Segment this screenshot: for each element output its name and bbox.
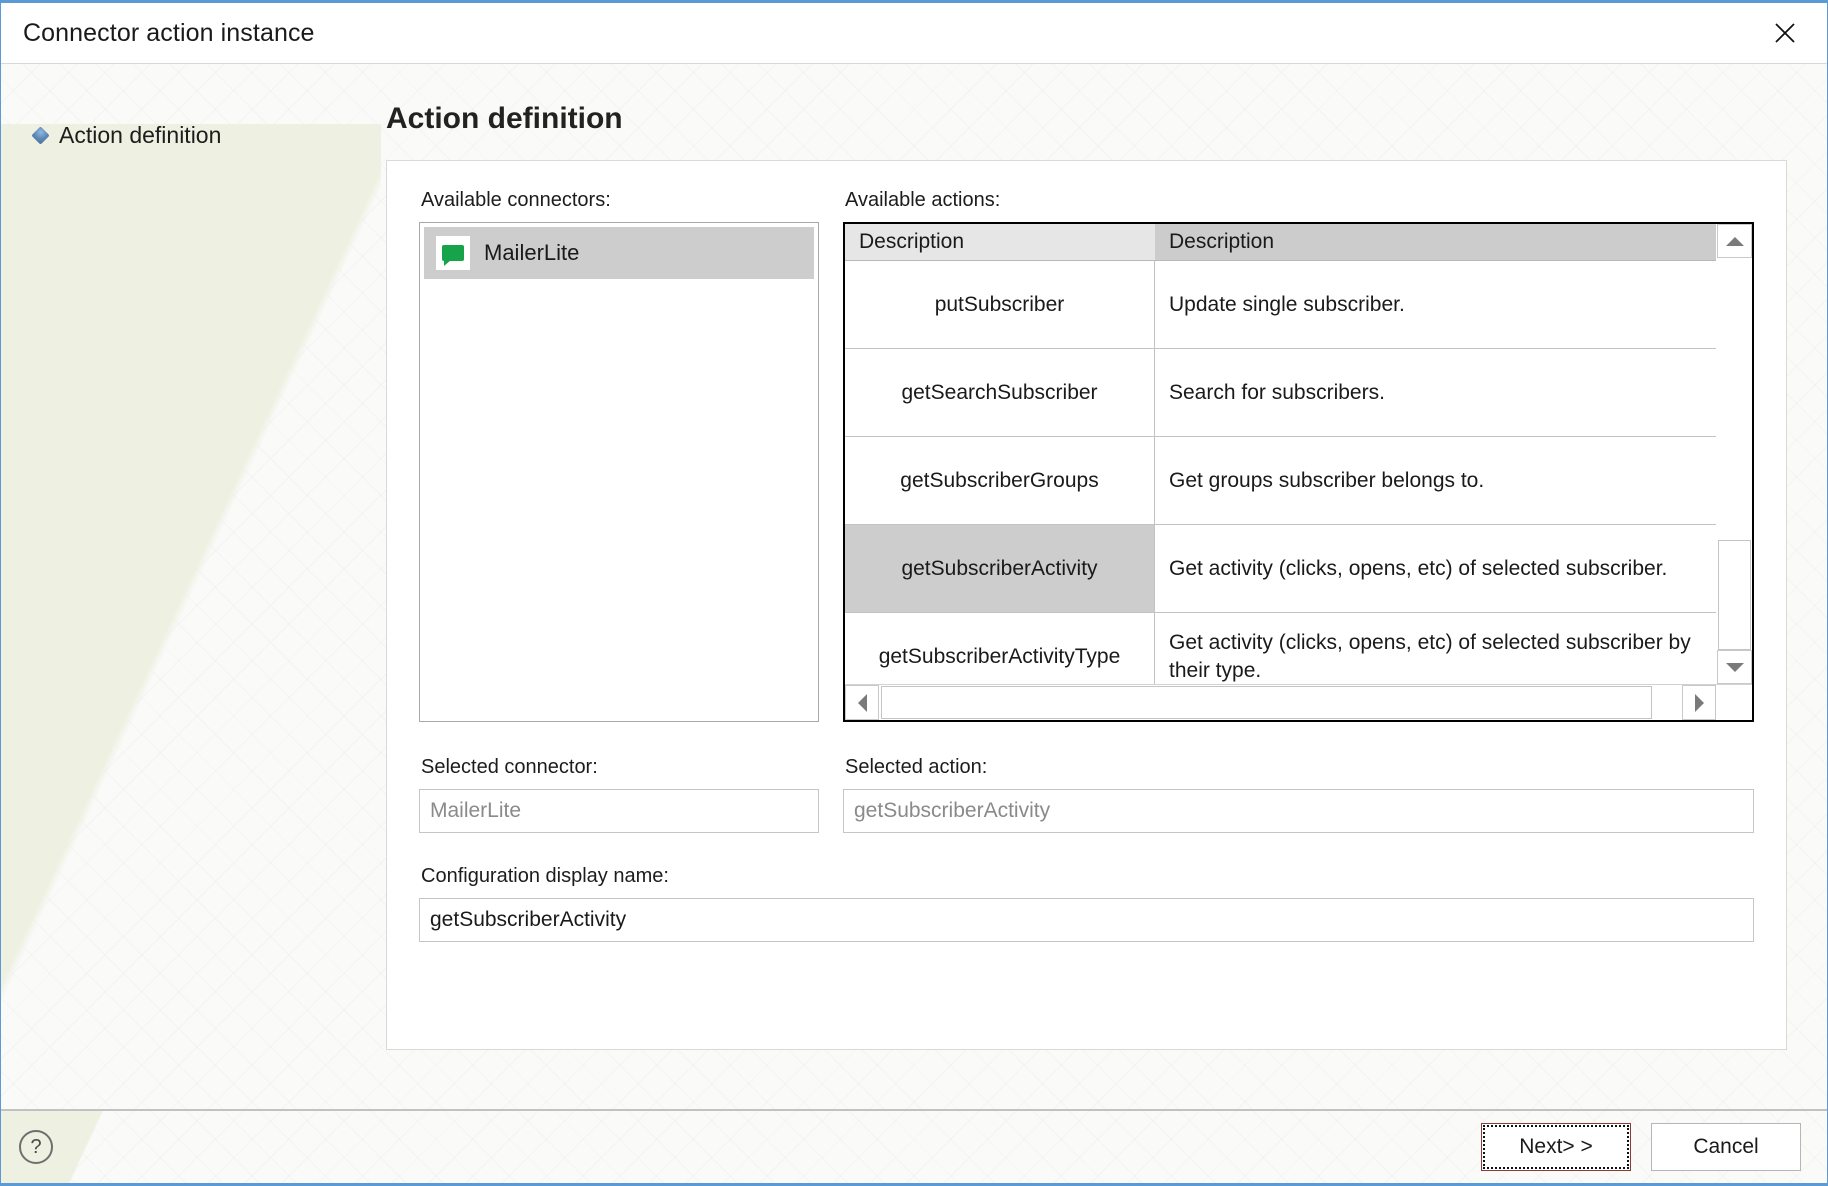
table-row[interactable]: getSearchSubscriber Search for subscribe… (845, 349, 1716, 437)
actions-grid-header: Description Description (845, 224, 1716, 261)
selected-action-input[interactable] (843, 789, 1754, 833)
vertical-scrollbar[interactable] (1716, 224, 1752, 684)
actions-grid-columns: Description Description putSubscriber Up… (845, 224, 1716, 684)
connector-action-dialog: Connector action instance Action definit… (0, 0, 1828, 1186)
dialog-titlebar: Connector action instance (1, 3, 1827, 63)
column-header-name[interactable]: Description (845, 224, 1155, 260)
connector-name: MailerLite (484, 240, 580, 265)
selection-columns: Available connectors: MailerLite Availab… (419, 189, 1754, 722)
diamond-bullet-icon (31, 126, 50, 145)
selected-connector-section: Selected connector: (419, 756, 819, 833)
cancel-button[interactable]: Cancel (1651, 1123, 1801, 1171)
content-panel: Available connectors: MailerLite Availab… (386, 160, 1787, 1050)
action-name: getSubscriberActivity (845, 525, 1155, 612)
horizontal-scroll-thumb[interactable] (881, 686, 1652, 719)
horizontal-scroll-track[interactable] (879, 685, 1682, 720)
actions-grid: Description Description putSubscriber Up… (843, 222, 1754, 722)
sidebar-item-label: Action definition (59, 122, 222, 148)
connectors-listbox[interactable]: MailerLite (419, 222, 819, 722)
action-description: Get groups subscriber belongs to. (1169, 468, 1485, 492)
display-name-input[interactable] (419, 898, 1754, 942)
sidebar-item-action-definition[interactable]: Action definition (1, 119, 386, 152)
scroll-down-icon[interactable] (1717, 650, 1752, 684)
action-description: Get activity (clicks, opens, etc) of sel… (1169, 630, 1691, 682)
actions-grid-body: putSubscriber Update single subscriber. … (845, 261, 1716, 684)
selected-row: Selected connector: Selected action: (419, 756, 1754, 833)
selected-action-section: Selected action: (843, 756, 1754, 833)
scroll-right-icon[interactable] (1682, 685, 1716, 720)
column-header-description[interactable]: Description (1155, 224, 1716, 260)
action-name: getSubscriberActivityType (845, 613, 1155, 684)
wizard-steps: Action definition (1, 64, 386, 152)
wizard-sidebar: Action definition (1, 64, 386, 1109)
page-title: Action definition (386, 102, 623, 135)
actions-label: Available actions: (845, 189, 1001, 211)
action-name: putSubscriber (845, 261, 1155, 348)
selected-connector-label: Selected connector: (421, 756, 598, 778)
dialog-body: Action definition Action definition Avai… (1, 63, 1827, 1109)
action-description: Search for subscribers. (1169, 380, 1385, 404)
vertical-scroll-track[interactable] (1717, 258, 1752, 650)
action-name: getSearchSubscriber (845, 349, 1155, 436)
footer-buttons: Next> > Cancel (1481, 1123, 1801, 1171)
scrollbar-corner (1716, 685, 1752, 720)
horizontal-scrollbar[interactable] (845, 684, 1752, 720)
help-icon[interactable]: ? (19, 1130, 53, 1164)
scroll-left-icon[interactable] (845, 685, 879, 720)
list-item[interactable]: MailerLite (424, 227, 814, 279)
vertical-scroll-thumb[interactable] (1718, 540, 1751, 650)
content-area: Action definition Available connectors: … (386, 64, 1827, 1109)
dialog-title: Connector action instance (23, 18, 315, 47)
actions-section: Available actions: Description Descripti… (843, 189, 1754, 722)
table-row[interactable]: getSubscriberGroups Get groups subscribe… (845, 437, 1716, 525)
action-description: Update single subscriber. (1169, 292, 1405, 316)
selected-connector-input[interactable] (419, 789, 819, 833)
dialog-footer: ? Next> > Cancel (1, 1109, 1827, 1183)
display-name-label: Configuration display name: (421, 865, 669, 887)
table-row-selected[interactable]: getSubscriberActivity Get activity (clic… (845, 525, 1716, 613)
table-row[interactable]: getSubscriberActivityType Get activity (… (845, 613, 1716, 684)
scroll-up-icon[interactable] (1717, 224, 1752, 258)
close-icon[interactable] (1761, 12, 1809, 54)
connectors-label: Available connectors: (421, 189, 611, 211)
selected-action-label: Selected action: (845, 756, 988, 778)
actions-grid-main: Description Description putSubscriber Up… (845, 224, 1752, 684)
green-flag-icon (436, 236, 470, 270)
action-description: Get activity (clicks, opens, etc) of sel… (1169, 556, 1668, 580)
table-row[interactable]: putSubscriber Update single subscriber. (845, 261, 1716, 349)
next-button[interactable]: Next> > (1481, 1123, 1631, 1171)
action-name: getSubscriberGroups (845, 437, 1155, 524)
display-name-section: Configuration display name: (419, 865, 1754, 942)
connectors-section: Available connectors: MailerLite (419, 189, 819, 722)
